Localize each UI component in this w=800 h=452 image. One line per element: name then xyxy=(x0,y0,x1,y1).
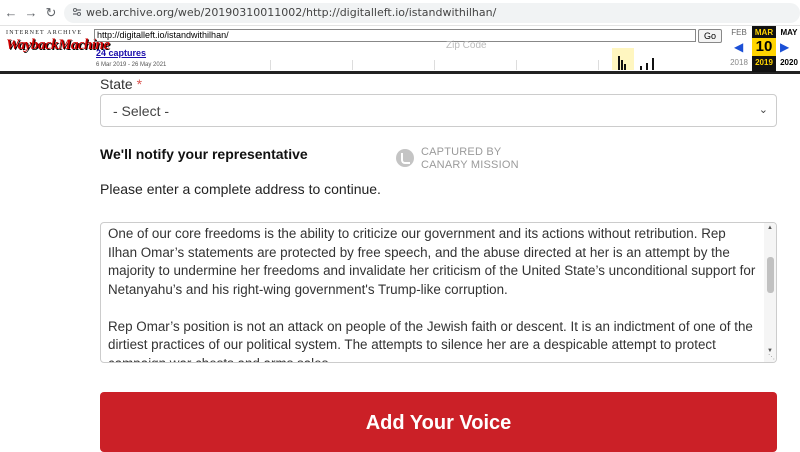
timeline-year-divider xyxy=(270,60,271,70)
timeline-year-divider xyxy=(598,60,599,70)
wayback-logo-top: INTERNET ARCHIVE xyxy=(6,30,83,36)
state-label-text: State xyxy=(100,76,133,92)
timeline-capture-bar[interactable] xyxy=(646,63,648,70)
timeline-year-divider xyxy=(516,60,517,70)
calendar-current-column: MAR 10 2019 xyxy=(752,26,776,72)
calendar-next-year: 2020 xyxy=(780,58,798,67)
address-instruction: Please enter a complete address to conti… xyxy=(100,181,381,197)
timeline-capture-bar[interactable] xyxy=(640,66,642,70)
canary-logo-icon xyxy=(396,149,414,167)
back-arrow-icon[interactable]: ← xyxy=(2,4,20,22)
message-paragraph: One of our core freedoms is the ability … xyxy=(108,226,756,297)
wayback-logo[interactable]: INTERNET ARCHIVE WaybackMachine xyxy=(6,30,110,66)
timeline-capture-bar[interactable] xyxy=(624,64,626,70)
calendar-current-year: 2019 xyxy=(755,58,773,67)
calendar-current-month: MAR xyxy=(754,28,774,37)
scroll-up-icon[interactable]: ▲ xyxy=(767,225,773,231)
message-paragraph: Rep Omar’s position is not an attack on … xyxy=(108,318,753,363)
chevron-down-icon: ⌄ xyxy=(758,104,768,116)
state-select[interactable]: - Select - ⌄ xyxy=(100,94,777,127)
capture-date-range: 6 Mar 2019 - 26 May 2021 xyxy=(96,62,167,68)
timeline-year-divider xyxy=(352,60,353,70)
wayback-toolbar: INTERNET ARCHIVE WaybackMachine http://d… xyxy=(0,26,800,74)
calendar-next-column[interactable]: MAY ▶ 2020 xyxy=(778,26,800,72)
timeline-capture-bar[interactable] xyxy=(618,56,620,70)
add-your-voice-button[interactable]: Add Your Voice xyxy=(100,392,777,452)
browser-toolbar: ← → ↻ web.archive.org/web/20190310011002… xyxy=(0,0,800,26)
state-label: State * xyxy=(100,76,142,92)
site-settings-icon[interactable] xyxy=(72,7,82,17)
message-scrollbar[interactable]: ▲ ▼ xyxy=(764,223,776,362)
captures-link[interactable]: 24 captures xyxy=(96,48,146,58)
scrollbar-thumb[interactable] xyxy=(767,257,774,293)
calendar-current-day: 10 xyxy=(752,38,776,56)
wayback-url-input[interactable]: http://digitalleft.io/istandwithilhan/ xyxy=(94,29,696,42)
state-select-value: - Select - xyxy=(113,103,170,119)
wayback-go-button[interactable]: Go xyxy=(698,29,722,43)
calendar-next-arrow-icon[interactable]: ▶ xyxy=(780,40,789,54)
message-textarea[interactable]: One of our core freedoms is the ability … xyxy=(100,222,777,363)
calendar-prev-arrow-icon[interactable]: ◀ xyxy=(734,40,743,54)
wayback-logo-bottom: WaybackMachine xyxy=(6,37,110,53)
timeline-capture-bar[interactable] xyxy=(652,58,654,70)
message-text: One of our core freedoms is the ability … xyxy=(108,225,758,363)
calendar-prev-year: 2018 xyxy=(730,58,748,67)
notify-heading: We'll notify your representative xyxy=(100,146,308,162)
forward-arrow-icon[interactable]: → xyxy=(22,4,40,22)
zip-code-ghost-label: Zip Code xyxy=(446,40,487,51)
timeline-current-year xyxy=(612,48,634,70)
address-bar-url: web.archive.org/web/20190310011002/http:… xyxy=(86,6,497,19)
canary-line1: CAPTURED BY xyxy=(421,146,502,158)
calendar-prev-month: FEB xyxy=(731,28,747,37)
wayback-calendar: FEB ◀ 2018 MAR 10 2019 MAY ▶ 2020 xyxy=(728,26,800,72)
required-mark: * xyxy=(136,76,143,92)
reload-icon[interactable]: ↻ xyxy=(42,4,60,22)
timeline-capture-bar[interactable] xyxy=(621,60,623,70)
calendar-prev-column[interactable]: FEB ◀ 2018 xyxy=(728,26,750,72)
timeline-year-divider xyxy=(434,60,435,70)
canary-line2: CANARY MISSION xyxy=(421,159,519,171)
add-your-voice-label: Add Your Voice xyxy=(365,412,512,434)
resize-grip-icon[interactable]: ⋱ xyxy=(768,353,775,361)
canary-watermark-text: CAPTURED BY CANARY MISSION xyxy=(421,146,519,172)
calendar-next-month: MAY xyxy=(780,28,798,37)
